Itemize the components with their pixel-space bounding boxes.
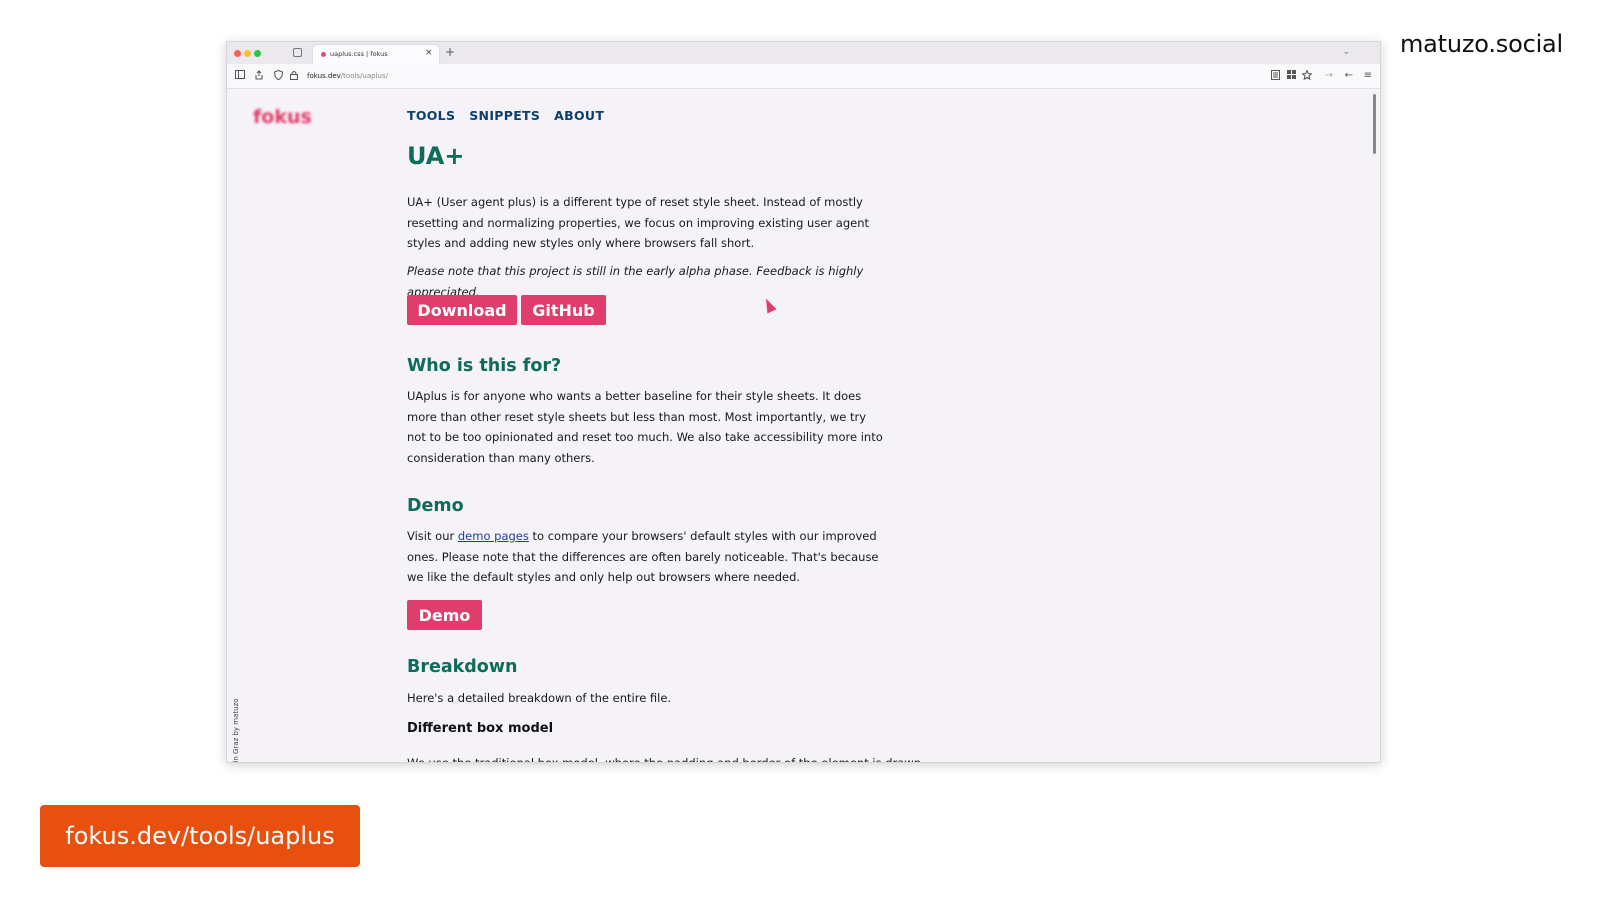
who-paragraph: UAplus is for anyone who wants a better … <box>407 389 883 465</box>
forward-icon[interactable]: → <box>1325 70 1333 82</box>
share-icon[interactable] <box>254 70 264 84</box>
page-title: UA+ <box>407 142 465 170</box>
tab-title: uaplus.css | fokus <box>330 50 388 58</box>
url-host: fokus.dev <box>307 72 341 80</box>
bookmark-star-icon[interactable] <box>1301 69 1313 84</box>
reader-view-icon[interactable] <box>1271 70 1280 84</box>
list-tabs-icon[interactable]: ⌄ <box>1342 47 1350 57</box>
intro-paragraph: UA+ (User agent plus) is a different typ… <box>407 195 870 250</box>
watermark: matuzo.social <box>1400 30 1564 58</box>
address-bar-row: fokus.dev/tools/uaplus/ → ← ≡ <box>227 64 1380 89</box>
browser-tab[interactable]: uaplus.css | fokus × <box>313 45 439 64</box>
box-model-paragraph: We use the traditional box model, where … <box>407 756 921 763</box>
box-model-heading: Different box model <box>407 721 554 736</box>
nav-snippets[interactable]: SNIPPETS <box>469 108 540 123</box>
download-button[interactable]: Download <box>407 295 517 325</box>
url-path: /tools/uaplus/ <box>340 72 388 80</box>
tab-overview-icon[interactable] <box>293 48 302 57</box>
site-logo[interactable]: fokus <box>253 106 312 128</box>
nav-tools[interactable]: TOOLS <box>407 108 455 123</box>
breakdown-paragraph: Here's a detailed breakdown of the entir… <box>407 691 672 705</box>
scrollbar[interactable] <box>1373 94 1376 154</box>
favicon-icon <box>321 52 326 57</box>
back-icon[interactable]: ← <box>1345 70 1353 82</box>
browser-window: uaplus.css | fokus × + ⌄ fokus.dev/tools… <box>226 41 1381 763</box>
nav-about[interactable]: ABOUT <box>554 108 604 123</box>
minimize-window-icon[interactable] <box>244 50 251 57</box>
menu-icon[interactable]: ≡ <box>1364 70 1372 82</box>
side-credit-text: built with eleventy in Graz by matuzo <box>232 690 240 762</box>
site-nav: TOOLS SNIPPETS ABOUT <box>407 108 604 123</box>
maximize-window-icon[interactable] <box>254 50 261 57</box>
tab-bar: uaplus.css | fokus × + ⌄ <box>227 42 1380 64</box>
demo-pages-link[interactable]: demo pages <box>458 529 529 543</box>
address-bar[interactable]: fokus.dev/tools/uaplus/ <box>307 72 388 80</box>
close-window-icon[interactable] <box>234 50 241 57</box>
demo-heading: Demo <box>407 496 464 516</box>
sidebar-toggle-icon[interactable] <box>235 70 245 83</box>
new-tab-button[interactable]: + <box>445 45 455 59</box>
presentation-slide: matuzo.social uaplus.css | fokus × + ⌄ f… <box>0 0 1600 900</box>
shield-icon[interactable] <box>273 69 284 84</box>
demo-paragraph: Visit our demo pages to compare your bro… <box>407 526 887 588</box>
demo-button[interactable]: Demo <box>407 600 482 630</box>
github-button[interactable]: GitHub <box>521 295 606 325</box>
lock-icon[interactable] <box>290 70 298 84</box>
who-heading: Who is this for? <box>407 356 562 376</box>
extensions-icon[interactable] <box>1287 70 1296 83</box>
web-page: fokus built with eleventy in Graz by mat… <box>227 90 1380 763</box>
demo-text-before: Visit our <box>407 529 458 543</box>
side-credit: built with eleventy in Graz by matuzo <box>229 696 241 762</box>
breakdown-heading: Breakdown <box>407 657 518 677</box>
url-badge: fokus.dev/tools/uaplus <box>40 805 360 867</box>
close-tab-icon[interactable]: × <box>425 48 433 58</box>
